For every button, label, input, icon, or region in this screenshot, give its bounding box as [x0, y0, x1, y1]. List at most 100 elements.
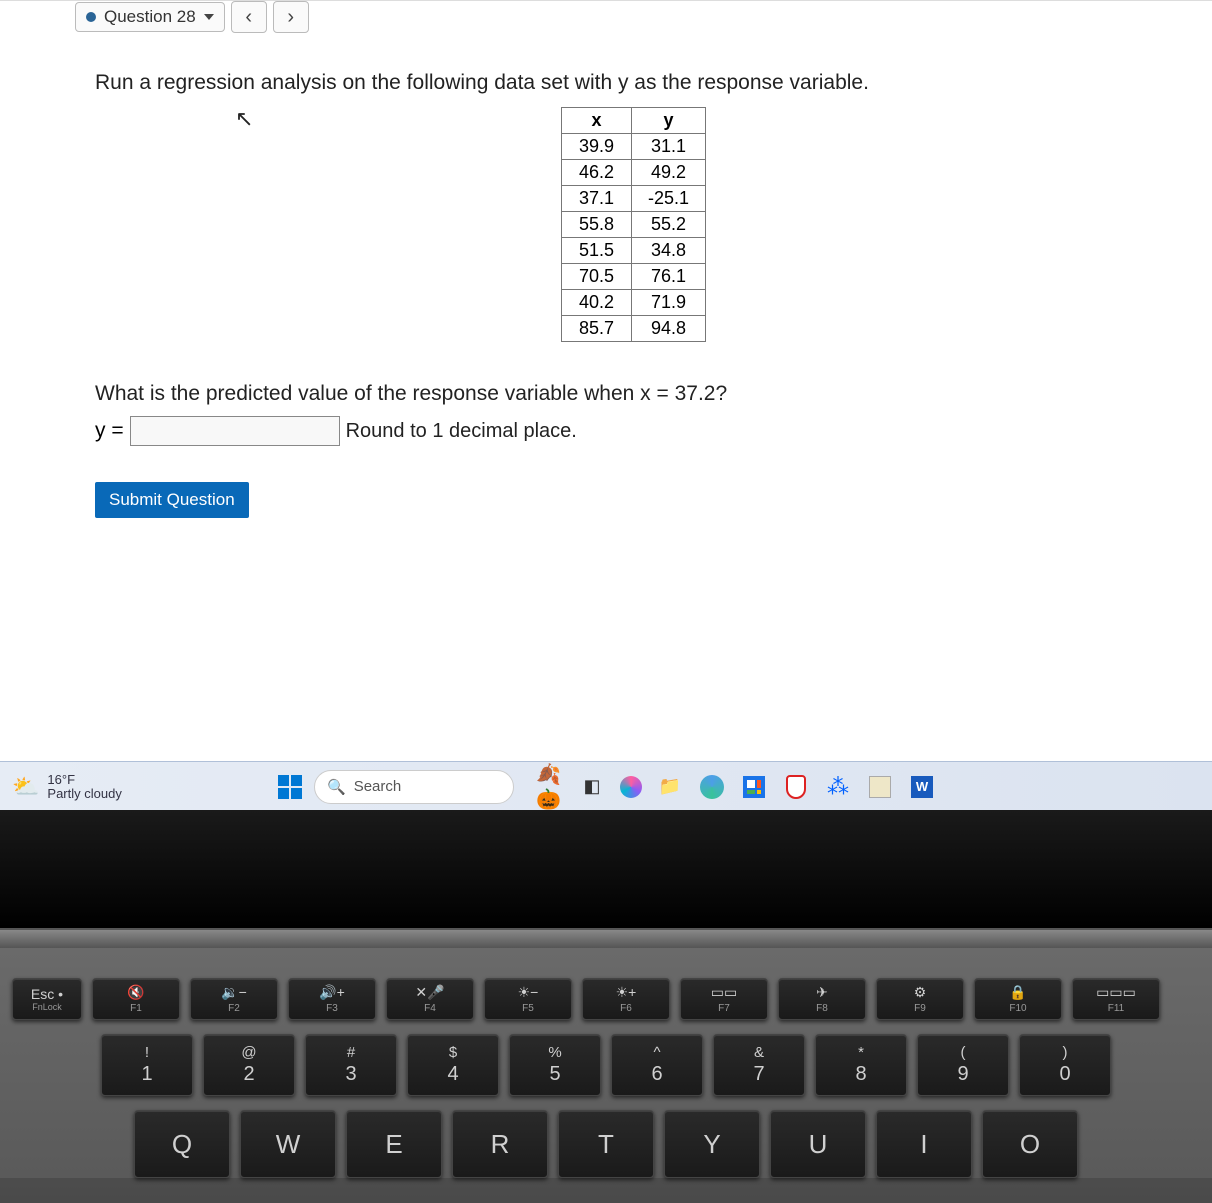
num-key-4[interactable]: $4: [407, 1034, 499, 1096]
num-key-8[interactable]: *8: [815, 1034, 907, 1096]
search-placeholder: Search: [354, 778, 402, 795]
num-key-1[interactable]: !1: [101, 1034, 193, 1096]
key-symbol: ): [1063, 1044, 1068, 1061]
letter-key-u[interactable]: U: [770, 1110, 866, 1178]
key-number: 5: [549, 1063, 560, 1086]
taskbar-search[interactable]: 🔍 Search: [314, 770, 514, 804]
num-key-3[interactable]: #3: [305, 1034, 397, 1096]
table-cell: 55.2: [631, 212, 705, 238]
fn-key-f8[interactable]: ✈F8: [778, 978, 866, 1020]
answer-label: y =: [95, 419, 124, 443]
table-cell: -25.1: [631, 186, 705, 212]
number-key-row: !1@2#3$4%5^6&7*8(9)0: [0, 1034, 1212, 1096]
fn-key-f4[interactable]: ✕🎤 F4: [386, 978, 474, 1020]
ms-store-button[interactable]: [740, 773, 768, 801]
next-question-button[interactable]: ›: [273, 1, 309, 33]
weather-widget[interactable]: ⛅ 16°F Partly cloudy: [12, 773, 122, 801]
fn-label: F1: [130, 1003, 142, 1014]
hinge: [0, 930, 1212, 948]
fn-symbol: ⚙: [914, 984, 927, 1001]
num-key-0[interactable]: )0: [1019, 1034, 1111, 1096]
function-key-row: Esc • FnLock 🔇 F1 🔉−F2 🔊+ F3 ✕🎤 F4 ☀−F5☀+F6▭▭F7…: [0, 978, 1212, 1020]
key-number: 8: [855, 1063, 866, 1086]
table-cell: 76.1: [631, 264, 705, 290]
num-key-9[interactable]: (9: [917, 1034, 1009, 1096]
letter-key-r[interactable]: R: [452, 1110, 548, 1178]
windows-logo-icon: [278, 775, 302, 799]
key-number: 0: [1059, 1063, 1070, 1086]
question-dropdown[interactable]: Question 28: [75, 2, 225, 32]
num-key-7[interactable]: &7: [713, 1034, 805, 1096]
start-button[interactable]: [276, 773, 304, 801]
fn-key-f3[interactable]: 🔊+ F3: [288, 978, 376, 1020]
fn-key-f7[interactable]: ▭▭F7: [680, 978, 768, 1020]
weather-temp: 16°F: [47, 773, 121, 787]
fn-symbol: ☀−: [518, 984, 539, 1001]
esc-key[interactable]: Esc • FnLock: [12, 978, 82, 1020]
fn-key-f1[interactable]: 🔇 F1: [92, 978, 180, 1020]
letter-key-w[interactable]: W: [240, 1110, 336, 1178]
copilot-button[interactable]: [620, 776, 642, 798]
table-cell: 51.5: [561, 238, 631, 264]
table-cell: 34.8: [631, 238, 705, 264]
answer-input[interactable]: [130, 416, 340, 446]
num-key-6[interactable]: ^6: [611, 1034, 703, 1096]
table-cell: 70.5: [561, 264, 631, 290]
task-view-button[interactable]: ◧: [578, 773, 606, 801]
key-number: 3: [345, 1063, 356, 1086]
edge-browser-button[interactable]: [698, 773, 726, 801]
fn-label: F4: [424, 1003, 436, 1014]
question-text: What is the predicted value of the respo…: [95, 382, 1172, 406]
dropbox-button[interactable]: ⁂: [824, 773, 852, 801]
shield-icon: [786, 775, 806, 799]
chevron-left-icon: ‹: [245, 6, 252, 29]
taskbar-center: 🔍 Search 🍂🎃 ◧ 📁 ⁂ W: [276, 770, 936, 804]
letter-key-e[interactable]: E: [346, 1110, 442, 1178]
fn-key-f9[interactable]: ⚙F9: [876, 978, 964, 1020]
antivirus-button[interactable]: [782, 773, 810, 801]
fn-symbol: 🔇: [127, 984, 144, 1001]
fn-symbol: 🔊+: [319, 984, 345, 1001]
fn-key-f6[interactable]: ☀+F6: [582, 978, 670, 1020]
table-cell: 94.8: [631, 316, 705, 342]
fnlock-label: FnLock: [32, 1002, 62, 1012]
windows-taskbar: ⛅ 16°F Partly cloudy 🔍 Search 🍂🎃 ◧ 📁: [0, 761, 1212, 811]
key-number: 9: [957, 1063, 968, 1086]
fn-key-f5[interactable]: ☀−F5: [484, 978, 572, 1020]
fn-key-f11[interactable]: ▭▭▭F11: [1072, 978, 1160, 1020]
store-icon: [743, 776, 765, 798]
fn-label: F3: [326, 1003, 338, 1014]
key-symbol: %: [548, 1044, 561, 1061]
file-explorer-button[interactable]: 📁: [656, 773, 684, 801]
key-number: 7: [753, 1063, 764, 1086]
letter-key-y[interactable]: Y: [664, 1110, 760, 1178]
letter-key-i[interactable]: I: [876, 1110, 972, 1178]
submit-question-button[interactable]: Submit Question: [95, 482, 249, 518]
mouse-cursor-icon: ↖: [235, 106, 253, 132]
browser-content: Question 28 ‹ › Run a regression analysi…: [0, 0, 1212, 810]
esc-top-label: Esc: [31, 986, 54, 1002]
fn-symbol: 🔒: [1009, 984, 1026, 1001]
chevron-right-icon: ›: [287, 6, 294, 29]
sticky-notes-button[interactable]: [866, 773, 894, 801]
key-symbol: ^: [653, 1044, 660, 1061]
table-row: 40.271.9: [561, 290, 705, 316]
num-key-5[interactable]: %5: [509, 1034, 601, 1096]
key-number: 1: [141, 1063, 152, 1086]
prev-question-button[interactable]: ‹: [231, 1, 267, 33]
key-symbol: !: [145, 1044, 149, 1061]
letter-key-t[interactable]: T: [558, 1110, 654, 1178]
table-cell: 49.2: [631, 160, 705, 186]
num-key-2[interactable]: @2: [203, 1034, 295, 1096]
word-button[interactable]: W: [908, 773, 936, 801]
fn-symbol: ✕🎤: [415, 984, 444, 1001]
table-row: 46.249.2: [561, 160, 705, 186]
fn-key-f10[interactable]: 🔒F10: [974, 978, 1062, 1020]
key-symbol: *: [858, 1044, 864, 1061]
letter-key-q[interactable]: Q: [134, 1110, 230, 1178]
status-dot-icon: [86, 12, 96, 22]
letter-key-o[interactable]: O: [982, 1110, 1078, 1178]
fn-key-f2[interactable]: 🔉−F2: [190, 978, 278, 1020]
search-icon: 🔍: [327, 778, 346, 796]
fn-label: F7: [718, 1003, 730, 1014]
